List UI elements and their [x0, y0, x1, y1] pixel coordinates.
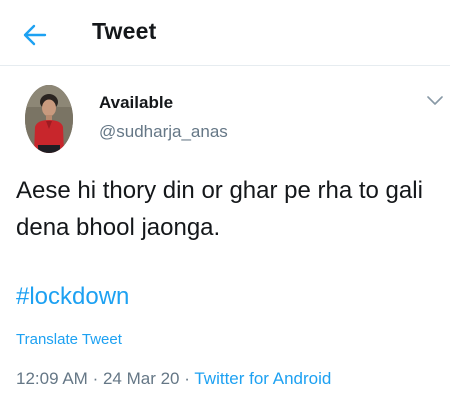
arrow-left-icon — [23, 24, 47, 46]
back-button[interactable] — [20, 20, 50, 50]
tweet-metadata: 12:09 AM · 24 Mar 20 · Twitter for Andro… — [16, 369, 331, 389]
tweet-date: 24 Mar 20 — [102, 369, 180, 388]
page-title: Tweet — [92, 18, 157, 44]
tweet-detail-screen: Tweet Available @sudharja_anas Aese hi t… — [0, 0, 450, 402]
meta-separator: · — [92, 369, 99, 388]
meta-separator: · — [184, 369, 190, 388]
avatar[interactable] — [25, 85, 73, 153]
more-options-button[interactable] — [426, 94, 444, 108]
author-display-name[interactable]: Available — [99, 93, 173, 113]
tweet-text: Aese hi thory din or ghar pe rha to gali… — [16, 177, 423, 241]
hashtag-link[interactable]: #lockdown — [16, 283, 129, 311]
tweet-source-link[interactable]: Twitter for Android — [194, 369, 331, 388]
top-bar: Tweet — [0, 0, 450, 66]
chevron-down-icon — [427, 96, 443, 105]
author-handle[interactable]: @sudharja_anas — [99, 122, 228, 142]
tweet-time: 12:09 AM — [16, 369, 88, 388]
avatar-photo — [25, 85, 73, 153]
translate-tweet-link[interactable]: Translate Tweet — [16, 331, 122, 348]
